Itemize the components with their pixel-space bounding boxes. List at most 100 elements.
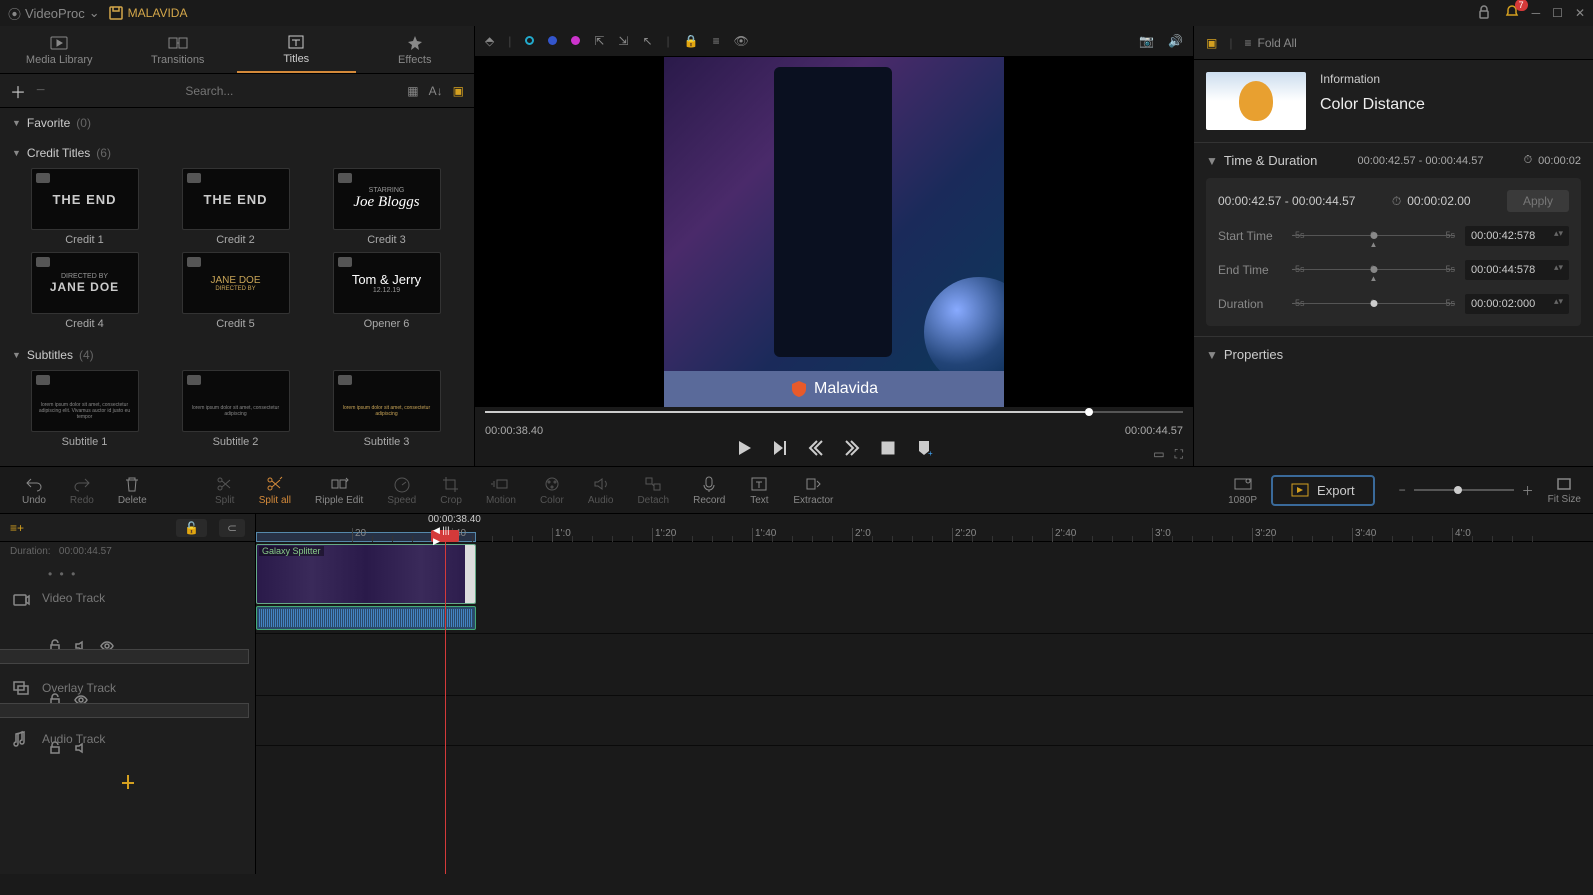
aspect-icon[interactable]: ▭ (1153, 447, 1164, 462)
lock-icon[interactable] (1476, 4, 1492, 23)
motion-button[interactable]: Motion (476, 475, 526, 506)
section-favorite[interactable]: ▼Favorite(0) (0, 108, 474, 138)
prev-frame-button[interactable] (807, 439, 825, 457)
section-properties[interactable]: ▼Properties (1206, 347, 1581, 362)
marker-cyan[interactable] (525, 36, 534, 45)
next-frame-button[interactable] (843, 439, 861, 457)
tab-media-library[interactable]: Media Library (0, 26, 119, 73)
ripple-edit-button[interactable]: Ripple Edit (305, 475, 373, 506)
split-all-button[interactable]: Split all (249, 475, 301, 506)
title-thumb-opener6[interactable]: Tom & Jerry12.12.19Opener 6 (314, 252, 459, 330)
duration-slider[interactable]: -5s05s (1292, 294, 1455, 314)
timeline-magnet-button[interactable]: ⊂ (219, 519, 245, 537)
audio-track-header[interactable]: Volume: 100%⌄ Audio Track (0, 715, 255, 763)
crop-button[interactable]: Crop (430, 475, 472, 506)
timeline-menu-icon[interactable]: ≡+ (10, 521, 24, 535)
extractor-button[interactable]: Extractor (783, 475, 843, 506)
audio-track-lane[interactable] (256, 696, 1593, 746)
fullscreen-icon[interactable]: ⛶ (1175, 447, 1183, 462)
snap2-icon[interactable]: ⇲ (618, 34, 628, 48)
export-button[interactable]: Export (1271, 475, 1375, 506)
title-thumb-subtitle1[interactable]: lorem ipsum dolor sit amet, consectetur … (12, 370, 157, 448)
fit-size-button[interactable]: Fit Size (1548, 476, 1581, 505)
eye-icon[interactable]: 👁 (734, 34, 749, 48)
duration-value[interactable]: 00:00:02:000▴▾ (1465, 294, 1569, 314)
project-name[interactable]: MALAVIDA (108, 5, 188, 21)
detach-button[interactable]: Detach (627, 475, 679, 506)
undo-button[interactable]: Undo (12, 475, 56, 506)
volume-indicator[interactable]: Volume: 100%⌄ (0, 703, 249, 718)
minimize-button[interactable]: ─ (1532, 6, 1541, 20)
audio-button[interactable]: Audio (578, 475, 624, 506)
start-time-slider[interactable]: -5s05s▲ (1292, 226, 1455, 246)
title-thumb-subtitle2[interactable]: lorem ipsum dolor sit amet, consectetur … (163, 370, 308, 448)
redo-button[interactable]: Redo (60, 475, 104, 506)
zoom-in-button[interactable]: ＋ (1522, 482, 1534, 499)
title-thumb-credit1[interactable]: THE ENDCredit 1 (12, 168, 157, 246)
overlay-track-lane[interactable] (256, 634, 1593, 696)
video-clip[interactable]: Galaxy Splitter (256, 544, 476, 604)
video-track-header[interactable]: • • • Video Track (0, 561, 255, 653)
title-thumb-subtitle3[interactable]: lorem ipsum dolor sit amet, consectetur … (314, 370, 459, 448)
tab-effects[interactable]: Effects (356, 26, 475, 73)
add-track-cursor-icon[interactable] (118, 773, 138, 791)
snap-icon[interactable]: ⇱ (594, 34, 604, 48)
inspector-panel: ▣ | ≡Fold All Information Color Distance… (1193, 26, 1593, 466)
mark-in-icon[interactable] (879, 439, 897, 457)
close-button[interactable]: ✕ (1575, 6, 1585, 20)
section-credit-titles[interactable]: ▼Credit Titles(6) (0, 138, 474, 168)
snapshot-icon[interactable]: 📷 (1139, 34, 1154, 48)
video-track-lane[interactable]: Galaxy Splitter (256, 542, 1593, 634)
play-button[interactable] (735, 439, 753, 457)
volume-icon[interactable]: 🔊 (1168, 34, 1183, 48)
marker-pink[interactable] (571, 36, 580, 45)
title-thumb-credit3[interactable]: STARRINGJoe BloggsCredit 3 (314, 168, 459, 246)
lock-preview-icon[interactable]: 🔒 (684, 34, 699, 48)
pointer-icon[interactable]: ↖ (642, 34, 652, 48)
title-thumb-credit2[interactable]: THE ENDCredit 2 (163, 168, 308, 246)
split-button[interactable]: Split (205, 475, 245, 506)
fold-all-button[interactable]: ≡Fold All (1244, 36, 1296, 50)
grid-view-icon[interactable]: ▦ (407, 84, 418, 98)
tab-titles[interactable]: Titles (237, 26, 356, 73)
section-time-duration[interactable]: ▼Time & Duration 00:00:42.57 - 00:00:44.… (1206, 153, 1581, 168)
zoom-slider[interactable] (1414, 489, 1514, 491)
app-menu[interactable]: ⦿ VideoProc ⌄ (8, 4, 100, 23)
remove-button[interactable]: − (36, 82, 45, 100)
add-button[interactable]: ＋ (10, 79, 26, 103)
inspector-view-icon[interactable]: ▣ (1206, 36, 1217, 50)
opacity-indicator[interactable]: Opacity: 100%⌄ (0, 649, 249, 664)
text-button[interactable]: Text (739, 475, 779, 506)
preview-viewport[interactable]: Malavida (475, 57, 1193, 407)
marker-blue[interactable] (548, 36, 557, 45)
zoom-out-button[interactable]: − (1399, 483, 1406, 497)
search-input[interactable] (185, 84, 397, 98)
play-next-button[interactable] (771, 439, 789, 457)
start-time-value[interactable]: 00:00:42:578▴▾ (1465, 226, 1569, 246)
maximize-button[interactable]: ☐ (1552, 6, 1563, 20)
watermark: Malavida (664, 371, 1004, 407)
cursor-tool-icon[interactable]: ⬘ (485, 34, 494, 48)
section-subtitles[interactable]: ▼Subtitles(4) (0, 340, 474, 370)
preview-scrubber[interactable] (475, 407, 1193, 424)
title-bar: ⦿ VideoProc ⌄ MALAVIDA 7 ─ ☐ ✕ (0, 0, 1593, 26)
mark-out-icon[interactable]: + (915, 439, 933, 457)
end-time-value[interactable]: 00:00:44:578▴▾ (1465, 260, 1569, 280)
speed-button[interactable]: Speed (377, 475, 426, 506)
delete-button[interactable]: Delete (108, 475, 157, 506)
tab-transitions[interactable]: Transitions (119, 26, 238, 73)
notifications-icon[interactable]: 7 (1504, 4, 1520, 23)
audio-waveform[interactable] (256, 606, 476, 630)
apply-button[interactable]: Apply (1507, 190, 1569, 212)
timeline-lock-button[interactable]: 🔓 (176, 519, 207, 537)
align-icon[interactable]: ≡ (713, 34, 720, 48)
title-thumb-credit4[interactable]: DIRECTED BYJANE DOECredit 4 (12, 252, 157, 330)
resolution-button[interactable]: 1080P (1218, 475, 1267, 506)
playhead[interactable]: ◀ ||| ▶ (445, 530, 446, 874)
sort-icon[interactable]: A↓ (429, 84, 443, 98)
record-button[interactable]: Record (683, 475, 735, 506)
end-time-slider[interactable]: -5s05s▲ (1292, 260, 1455, 280)
panel-toggle-icon[interactable]: ▣ (453, 84, 464, 98)
title-thumb-credit5[interactable]: JANE DOEDIRECTED BYCredit 5 (163, 252, 308, 330)
color-button[interactable]: Color (530, 475, 574, 506)
